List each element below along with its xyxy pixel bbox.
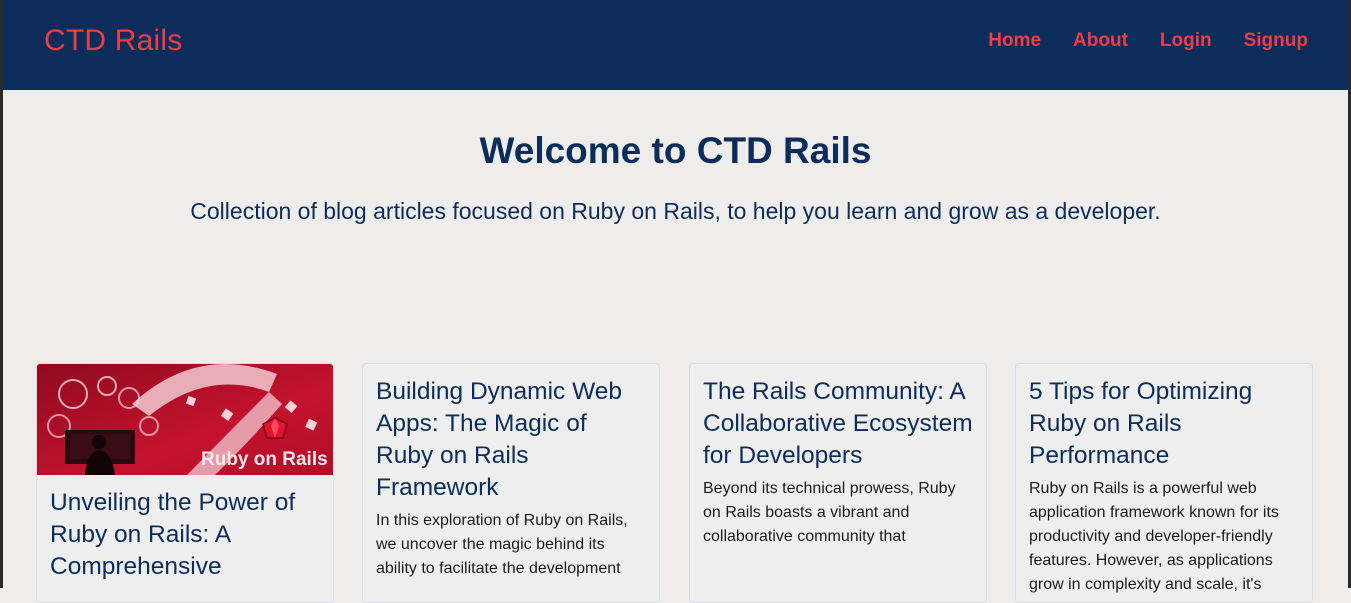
nav-about-link[interactable]: About [1073, 30, 1128, 52]
window-border-left [0, 0, 3, 588]
article-title[interactable]: The Rails Community: A Collaborative Eco… [703, 376, 973, 472]
nav-signup-link[interactable]: Signup [1244, 30, 1308, 52]
article-excerpt: Ruby on Rails is a powerful web applicat… [1029, 480, 1279, 593]
article-title[interactable]: Unveiling the Power of Ruby on Rails: A … [50, 487, 320, 583]
article-card[interactable]: Ruby on Rails Unveiling the Power of Rub… [36, 363, 334, 603]
navbar: CTD Rails Home About Login Signup [0, 0, 1351, 90]
article-excerpt: Beyond its technical prowess, Ruby on Ra… [703, 480, 956, 545]
article-title[interactable]: Building Dynamic Web Apps: The Magic of … [376, 376, 646, 504]
brand-link[interactable]: CTD Rails [44, 24, 182, 58]
nav-links: Home About Login Signup [988, 30, 1308, 52]
article-excerpt: In this exploration of Ruby on Rails, we… [376, 512, 628, 577]
article-title[interactable]: 5 Tips for Optimizing Ruby on Rails Perf… [1029, 376, 1299, 472]
page-subtitle: Collection of blog articles focused on R… [190, 198, 1161, 224]
article-card[interactable]: Building Dynamic Web Apps: The Magic of … [362, 363, 660, 603]
thumbnail-caption: Ruby on Rails [201, 449, 328, 470]
page-title: Welcome to CTD Rails [479, 130, 872, 171]
article-card[interactable]: The Rails Community: A Collaborative Eco… [689, 363, 987, 603]
article-thumbnail-image[interactable]: Ruby on Rails [37, 364, 333, 475]
article-card[interactable]: 5 Tips for Optimizing Ruby on Rails Perf… [1015, 363, 1313, 603]
nav-home-link[interactable]: Home [988, 30, 1041, 52]
nav-login-link[interactable]: Login [1160, 30, 1212, 52]
